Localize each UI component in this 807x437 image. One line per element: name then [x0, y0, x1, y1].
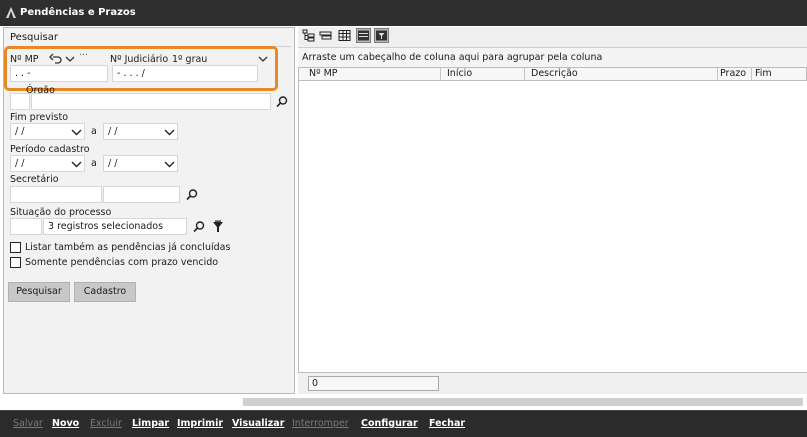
periodo-from-value: / /: [15, 158, 25, 169]
periodo-to-value: / /: [108, 158, 118, 169]
search-panel-title: Pesquisar: [10, 32, 58, 43]
orgao-name-input[interactable]: [31, 93, 271, 110]
col-header-prazo[interactable]: Prazo: [718, 68, 752, 80]
interromper-button[interactable]: Interromper: [292, 418, 349, 429]
cadastro-button[interactable]: Cadastro: [74, 282, 136, 302]
fim-previsto-from[interactable]: / /: [10, 123, 85, 140]
record-count: 0: [308, 376, 439, 391]
fim-previsto-label: Fim previsto: [10, 112, 69, 123]
col-header-inicio[interactable]: Início: [441, 68, 525, 80]
chevron-down-icon: [71, 129, 82, 136]
grau-select[interactable]: 1º grau: [172, 54, 207, 65]
ellipsis-icon[interactable]: ···: [79, 50, 88, 61]
njud-input[interactable]: - . . . /: [112, 65, 258, 82]
table-icon[interactable]: [337, 28, 352, 43]
fim-previsto-to[interactable]: / /: [103, 123, 178, 140]
col-header-fim[interactable]: Fim: [752, 68, 807, 80]
secretario-name-input[interactable]: [103, 186, 180, 203]
title-bar: Pendências e Prazos: [0, 0, 807, 26]
periodo-label: Período cadastro: [10, 144, 90, 155]
chevron-down-icon: [164, 129, 175, 136]
orgao-search-icon[interactable]: [275, 95, 289, 109]
orgao-code-input[interactable]: [10, 93, 30, 110]
visualizar-button[interactable]: Visualizar: [232, 418, 284, 429]
footer-toolbar: Salvar Novo Excluir Limpar Imprimir Visu…: [0, 410, 807, 437]
secretario-label: Secretário: [10, 174, 59, 185]
fim-previsto-from-value: / /: [15, 126, 25, 137]
search-panel: Pesquisar Nº MP ··· . . - Nº Judiciário …: [3, 27, 295, 394]
imprimir-button[interactable]: Imprimir: [177, 418, 223, 429]
fim-previsto-to-value: / /: [108, 126, 118, 137]
grid-header: Nº MP Início Descrição Prazo Fim: [298, 67, 807, 81]
situacao-code-input[interactable]: [10, 218, 42, 235]
range-a-label: a: [91, 126, 97, 137]
pesquisar-button[interactable]: Pesquisar: [8, 282, 70, 302]
undo-icon[interactable]: [49, 52, 63, 66]
grau-chevron-down-icon[interactable]: [256, 52, 270, 66]
window-title: Pendências e Prazos: [20, 7, 136, 18]
col-header-descricao[interactable]: Descrição: [525, 68, 718, 80]
chk-concluidas-label: Listar também as pendências já concluída…: [25, 242, 231, 253]
app-icon: [6, 7, 16, 18]
nmp-label: Nº MP: [10, 54, 39, 65]
chevron-down-icon: [71, 161, 82, 168]
grid-view-icon[interactable]: [356, 28, 371, 43]
divider: [8, 46, 291, 47]
novo-button[interactable]: Novo: [52, 418, 79, 429]
horizontal-scrollbar[interactable]: [0, 394, 807, 410]
chk-vencido-label: Somente pendências com prazo vencido: [25, 257, 219, 268]
periodo-to[interactable]: / /: [103, 155, 178, 172]
clear-filter-icon[interactable]: [211, 220, 225, 234]
njud-label: Nº Judiciário: [110, 54, 169, 65]
grid-body[interactable]: [298, 81, 807, 373]
nmp-input[interactable]: . . -: [10, 65, 108, 82]
scrollbar-thumb[interactable]: [243, 398, 803, 406]
filter-view-icon[interactable]: [374, 28, 389, 43]
chk-concluidas[interactable]: [10, 242, 21, 253]
situacao-label: Situação do processo: [10, 207, 112, 218]
group-tree-icon[interactable]: [301, 28, 316, 43]
chevron-down-icon[interactable]: [63, 52, 77, 66]
salvar-button[interactable]: Salvar: [13, 418, 43, 429]
band-icon[interactable]: [318, 28, 333, 43]
situacao-search-icon[interactable]: [192, 220, 206, 234]
secretario-search-icon[interactable]: [185, 188, 199, 202]
group-by-hint[interactable]: Arraste um cabeçalho de coluna aqui para…: [298, 47, 807, 67]
periodo-from[interactable]: / /: [10, 155, 85, 172]
situacao-value[interactable]: 3 registros selecionados: [43, 218, 187, 235]
excluir-button[interactable]: Excluir: [90, 418, 122, 429]
configurar-button[interactable]: Configurar: [361, 418, 418, 429]
grid-area: Arraste um cabeçalho de coluna aqui para…: [298, 27, 807, 394]
chk-vencido[interactable]: [10, 257, 21, 268]
range-a-label: a: [91, 158, 97, 169]
chevron-down-icon: [164, 161, 175, 168]
secretario-code-input[interactable]: [10, 186, 102, 203]
col-header-nmp[interactable]: Nº MP: [303, 68, 441, 80]
fechar-button[interactable]: Fechar: [429, 418, 465, 429]
limpar-button[interactable]: Limpar: [132, 418, 169, 429]
